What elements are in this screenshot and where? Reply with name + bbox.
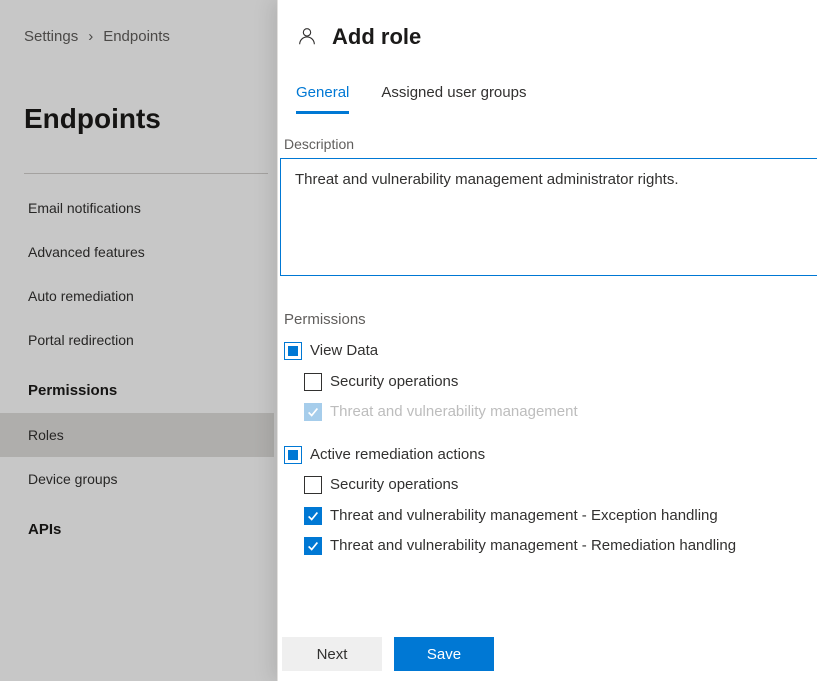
next-button[interactable]: Next — [282, 637, 382, 671]
panel-title: Add role — [332, 24, 421, 50]
sidebar-header-apis: APIs — [24, 501, 274, 552]
perm-view-data[interactable]: View Data — [280, 336, 817, 367]
tab-general[interactable]: General — [296, 84, 349, 114]
sidebar-item-auto-remediation[interactable]: Auto remediation — [24, 274, 274, 318]
panel-tabs: General Assigned user groups — [278, 84, 817, 114]
perm-view-data-label: View Data — [310, 340, 378, 363]
perm-ar-security-ops-label: Security operations — [330, 474, 458, 497]
perm-ar-security-ops[interactable]: Security operations — [280, 470, 817, 501]
perm-ar-tvm-exception-label: Threat and vulnerability management - Ex… — [330, 505, 718, 528]
save-button[interactable]: Save — [394, 637, 494, 671]
checkbox-partial-icon[interactable] — [284, 342, 302, 360]
perm-ar-tvm-exception[interactable]: Threat and vulnerability management - Ex… — [280, 501, 817, 532]
checkbox-unchecked-icon[interactable] — [304, 476, 322, 494]
divider — [24, 173, 268, 174]
sidebar-item-portal-redirection[interactable]: Portal redirection — [24, 318, 274, 362]
side-nav: Email notifications Advanced features Au… — [24, 186, 274, 552]
sidebar-header-permissions: Permissions — [24, 362, 274, 413]
breadcrumb-current: Endpoints — [103, 28, 170, 45]
sidebar-item-email-notifications[interactable]: Email notifications — [24, 186, 274, 230]
panel-footer: Next Save — [282, 637, 494, 671]
perm-view-security-ops[interactable]: Security operations — [280, 367, 817, 398]
description-label: Description — [280, 136, 817, 152]
panel-header: Add role — [278, 24, 817, 50]
checkbox-checked-disabled-icon — [304, 403, 322, 421]
permissions-label: Permissions — [280, 311, 817, 328]
sidebar-item-device-groups[interactable]: Device groups — [24, 457, 274, 501]
breadcrumb-separator: › — [88, 28, 93, 45]
perm-active-remediation[interactable]: Active remediation actions — [280, 440, 817, 471]
checkbox-partial-icon[interactable] — [284, 446, 302, 464]
add-role-panel: Add role General Assigned user groups De… — [277, 0, 817, 681]
perm-view-security-ops-label: Security operations — [330, 371, 458, 394]
sidebar-item-roles[interactable]: Roles — [0, 413, 274, 457]
checkbox-checked-icon[interactable] — [304, 537, 322, 555]
person-icon — [296, 25, 318, 50]
perm-active-remediation-label: Active remediation actions — [310, 444, 485, 467]
perm-view-tvm: Threat and vulnerability management — [280, 397, 817, 428]
tab-assigned-user-groups[interactable]: Assigned user groups — [381, 84, 526, 114]
perm-ar-tvm-remediation[interactable]: Threat and vulnerability management - Re… — [280, 531, 817, 562]
perm-ar-tvm-remediation-label: Threat and vulnerability management - Re… — [330, 535, 736, 558]
sidebar-item-advanced-features[interactable]: Advanced features — [24, 230, 274, 274]
panel-body: Description Permissions View Data Securi… — [278, 136, 817, 562]
breadcrumb-root[interactable]: Settings — [24, 28, 78, 45]
perm-view-tvm-label: Threat and vulnerability management — [330, 401, 578, 424]
description-textarea[interactable] — [280, 158, 817, 276]
checkbox-unchecked-icon[interactable] — [304, 373, 322, 391]
checkbox-checked-icon[interactable] — [304, 507, 322, 525]
